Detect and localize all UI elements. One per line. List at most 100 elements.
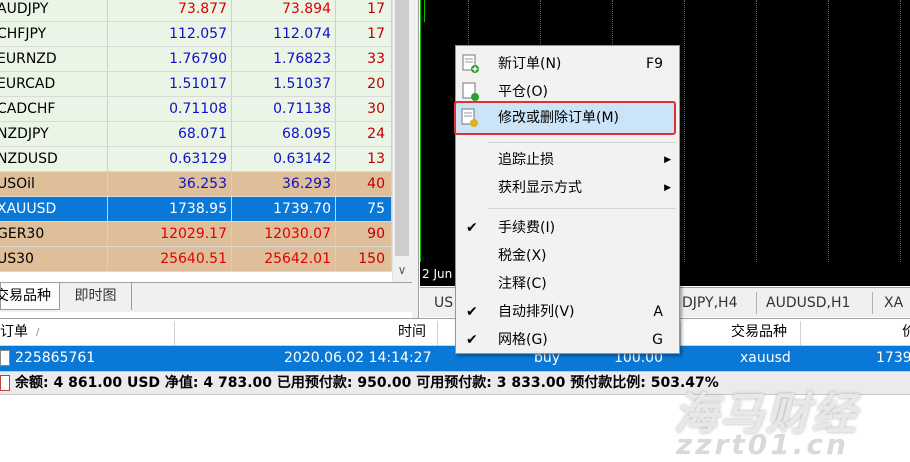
bid-cell: 0.71108	[108, 97, 232, 121]
bid-cell: 0.63129	[108, 147, 232, 171]
order-icon	[0, 350, 10, 366]
chart-tab[interactable]: DJPY,H4	[682, 290, 737, 316]
bid-cell: 112.057	[108, 22, 232, 46]
order-number: 225865761	[15, 350, 96, 366]
new-order-icon	[462, 54, 479, 73]
chart-tab[interactable]: XA	[884, 290, 903, 316]
ask-cell: 12030.07	[232, 222, 336, 246]
column-order[interactable]: 订单	[0, 319, 28, 346]
account-summary: 余额: 4 861.00 USD 净值: 4 783.00 已用预付款: 950…	[15, 375, 719, 391]
spread-cell: 90	[336, 222, 392, 246]
order-symbol: xauusd	[740, 350, 791, 366]
symbol-cell: AUDJPY	[0, 0, 108, 21]
ask-cell: 112.074	[232, 22, 336, 46]
symbol-cell: CADCHF	[0, 97, 108, 121]
menu-item-grid[interactable]: ✔ 网格(G) G	[456, 326, 679, 354]
spread-cell: 75	[336, 197, 392, 221]
scrollbar-thumb[interactable]	[395, 0, 409, 256]
table-row[interactable]: USOil 36.253 36.293 40	[0, 172, 392, 197]
spread-cell: 24	[336, 122, 392, 146]
bid-cell: 1.76790	[108, 47, 232, 71]
chart-tab[interactable]: US	[434, 290, 453, 316]
submenu-arrow-icon: ▶	[664, 183, 671, 193]
sort-icon: /	[36, 327, 40, 338]
symbol-cell: NZDJPY	[0, 122, 108, 146]
grid-line	[900, 0, 901, 262]
spread-cell: 150	[336, 247, 392, 271]
ask-cell: 0.63142	[232, 147, 336, 171]
chart-axis-line	[420, 0, 421, 262]
symbol-cell: USOil	[0, 172, 108, 196]
bid-cell: 36.253	[108, 172, 232, 196]
menu-item-taxes[interactable]: 税金(X)	[456, 242, 679, 270]
grid-line	[828, 0, 829, 262]
close-position-icon	[462, 82, 479, 101]
table-row[interactable]: CADCHF 0.71108 0.71138 30	[0, 97, 392, 122]
panel-splitter[interactable]	[412, 0, 419, 318]
symbol-cell: XAUUSD	[0, 197, 108, 221]
table-row[interactable]: NZDJPY 68.071 68.095 24	[0, 122, 392, 147]
table-row[interactable]: NZDUSD 0.63129 0.63142 13	[0, 147, 392, 172]
column-symbol[interactable]: 交易品种	[731, 319, 787, 346]
table-row[interactable]: EURCAD 1.51017 1.51037 20	[0, 72, 392, 97]
bid-cell: 68.071	[108, 122, 232, 146]
price-bar	[424, 0, 425, 22]
ask-cell: 36.293	[232, 172, 336, 196]
symbol-cell: EURCAD	[0, 72, 108, 96]
chart-tab[interactable]: AUDUSD,H1	[766, 290, 850, 316]
chart-date-label: 2 Jun	[422, 267, 453, 281]
menu-item-new-order[interactable]: 新订单(N) F9	[456, 50, 679, 78]
menu-item-commission[interactable]: ✔ 手续费(I)	[456, 214, 679, 242]
modify-order-icon	[461, 108, 478, 127]
submenu-arrow-icon: ▶	[664, 155, 671, 165]
bid-cell: 1738.95	[108, 197, 232, 221]
checkmark-icon: ✔	[466, 332, 478, 348]
spread-cell: 33	[336, 47, 392, 71]
table-row[interactable]: CHFJPY 112.057 112.074 17	[0, 22, 392, 47]
spread-cell: 20	[336, 72, 392, 96]
symbol-cell: GER30	[0, 222, 108, 246]
ask-cell: 1739.70	[232, 197, 336, 221]
menu-item-highlight[interactable]: 修改或删除订单(M)	[454, 101, 676, 135]
bid-cell: 73.877	[108, 0, 232, 21]
symbol-cell: NZDUSD	[0, 147, 108, 171]
spread-cell: 30	[336, 97, 392, 121]
symbol-cell: EURNZD	[0, 47, 108, 71]
market-watch-tabs: 交易品种 即时图	[0, 282, 416, 312]
ask-cell: 68.095	[232, 122, 336, 146]
grid-line	[684, 0, 685, 262]
watermark-url: zzrt01.cn	[676, 428, 849, 461]
grid-line	[756, 0, 757, 262]
tab-tick-chart[interactable]: 即时图	[60, 283, 132, 310]
ask-cell: 73.894	[232, 0, 336, 21]
spread-cell: 13	[336, 147, 392, 171]
watermark-text: 海马财经	[674, 389, 858, 440]
bid-cell: 12029.17	[108, 222, 232, 246]
column-price[interactable]: 价	[902, 319, 910, 346]
ask-cell: 0.71138	[232, 97, 336, 121]
checkmark-icon: ✔	[466, 220, 478, 236]
table-row[interactable]: GER30 12029.17 12030.07 90	[0, 222, 392, 247]
menu-item-profit-display[interactable]: 获利显示方式 ▶	[456, 174, 679, 202]
context-menu: 新订单(N) F9 平仓(O) 修改或删除订单(M) 追踪止损 ▶ 获利显示方式…	[455, 45, 680, 354]
ask-cell: 25642.01	[232, 247, 336, 271]
ask-cell: 1.76823	[232, 47, 336, 71]
order-price: 1739	[876, 350, 910, 366]
table-row[interactable]: XAUUSD 1738.95 1739.70 75	[0, 197, 392, 222]
table-row[interactable]: US30 25640.51 25642.01 150	[0, 247, 392, 272]
symbol-cell: CHFJPY	[0, 22, 108, 46]
column-time[interactable]: 时间	[398, 319, 426, 346]
spread-cell: 17	[336, 22, 392, 46]
menu-item-comments[interactable]: 注释(C)	[456, 270, 679, 298]
scroll-down-icon[interactable]: ∨	[392, 260, 412, 280]
menu-item-trailing-stop[interactable]: 追踪止损 ▶	[456, 146, 679, 174]
table-row[interactable]: EURNZD 1.76790 1.76823 33	[0, 47, 392, 72]
bid-cell: 25640.51	[108, 247, 232, 271]
tab-symbols[interactable]: 交易品种	[0, 283, 60, 310]
order-time: 2020.06.02 14:14:27	[284, 350, 432, 366]
menu-item-auto-arrange[interactable]: ✔ 自动排列(V) A	[456, 298, 679, 326]
table-row[interactable]: AUDJPY 73.877 73.894 17	[0, 0, 392, 22]
account-icon	[0, 375, 10, 391]
spread-cell: 17	[336, 0, 392, 21]
symbol-cell: US30	[0, 247, 108, 271]
